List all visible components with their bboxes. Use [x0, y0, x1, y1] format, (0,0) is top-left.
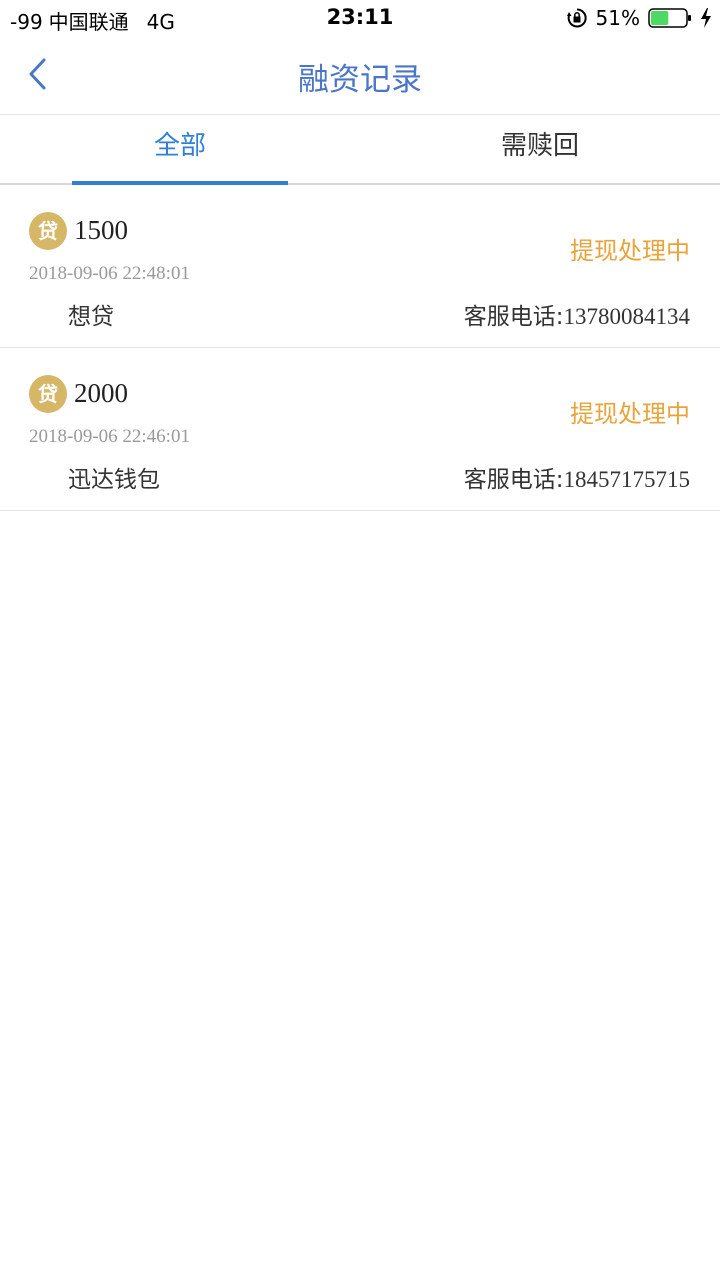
record-lender: 想贷 — [68, 304, 114, 330]
record-status: 提现处理中 — [570, 237, 690, 265]
loan-badge-icon: 贷 — [29, 212, 67, 250]
record-amount: 2000 — [74, 378, 128, 408]
tab-redeem[interactable]: 需赎回 — [360, 115, 720, 183]
record-date: 2018-09-06 22:46:01 — [29, 426, 190, 447]
tab-bar: 全部 需赎回 — [0, 115, 720, 185]
battery-percent: 51% — [595, 6, 640, 30]
status-bar: -99 中国联通 4G 23:11 51% — [0, 0, 720, 36]
phone-number: 18457175715 — [563, 467, 691, 492]
phone-label: 客服电话: — [463, 304, 564, 330]
page-title: 融资记录 — [298, 62, 422, 98]
record-phone[interactable]: 客服电话:18457175715 — [464, 460, 690, 494]
loan-badge-icon: 贷 — [29, 375, 67, 413]
phone-label: 客服电话: — [463, 467, 564, 493]
record-amount: 1500 — [74, 215, 128, 245]
tab-all[interactable]: 全部 — [0, 115, 360, 183]
record-status: 提现处理中 — [570, 400, 690, 428]
screen: -99 中国联通 4G 23:11 51% 融资记录 全部 需赎回 贷 1500… — [0, 0, 720, 1280]
charging-bolt-icon — [701, 8, 711, 28]
status-right: 51% — [566, 6, 712, 30]
record-item[interactable]: 贷 1500 2018-09-06 22:48:01 提现处理中 想贷 客服电话… — [0, 185, 720, 348]
nav-bar: 融资记录 — [0, 36, 720, 115]
battery-icon — [648, 8, 691, 28]
record-phone[interactable]: 客服电话:13780084134 — [464, 297, 690, 331]
record-date: 2018-09-06 22:48:01 — [29, 263, 190, 284]
record-lender: 迅达钱包 — [68, 467, 160, 493]
rotation-lock-icon — [566, 8, 587, 28]
record-item[interactable]: 贷 2000 2018-09-06 22:46:01 提现处理中 迅达钱包 客服… — [0, 348, 720, 511]
phone-number: 13780084134 — [563, 304, 691, 329]
